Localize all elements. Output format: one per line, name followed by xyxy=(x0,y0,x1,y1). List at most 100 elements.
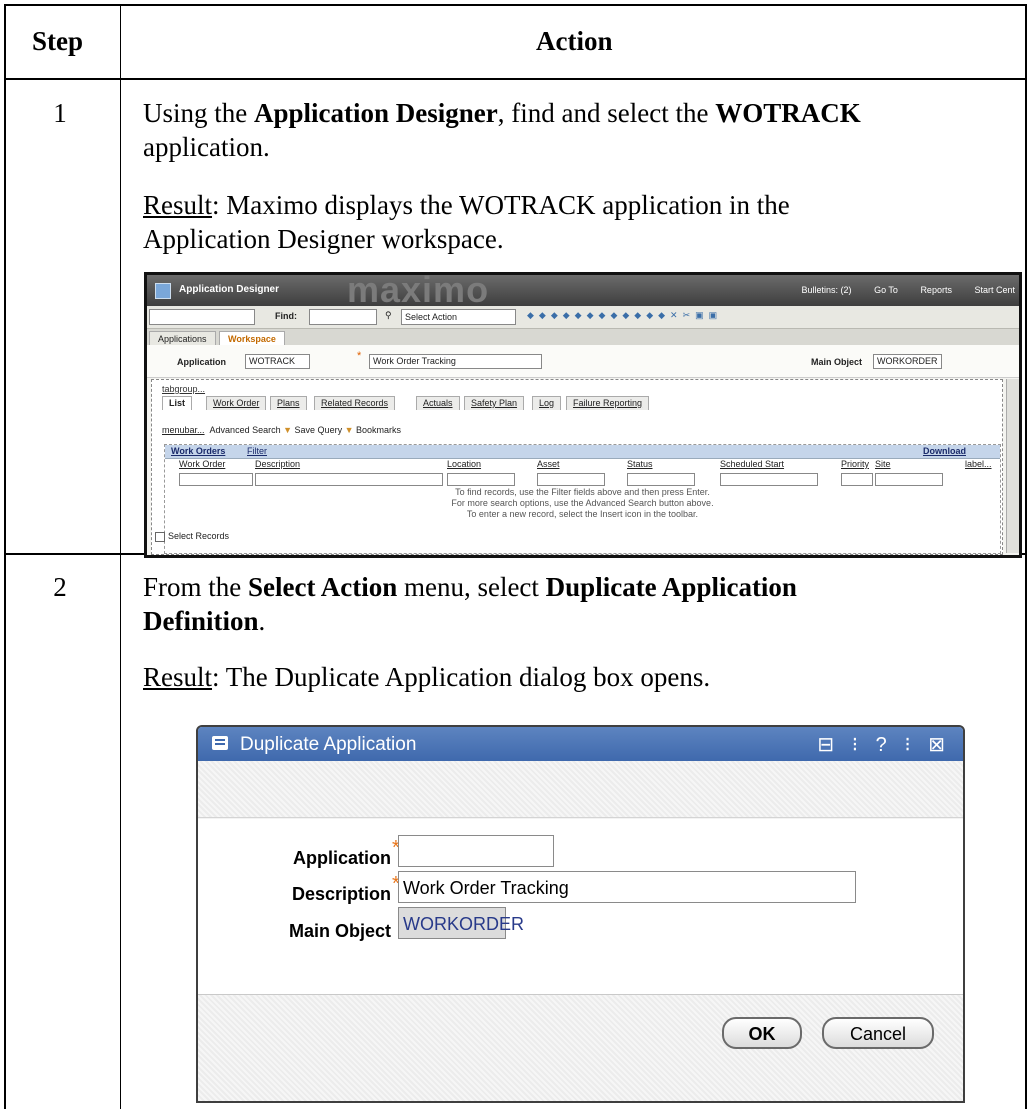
start-center-link[interactable]: Start Cent xyxy=(974,285,1015,295)
binoculars-icon[interactable]: ⚲ xyxy=(385,310,392,321)
download-link[interactable]: Download xyxy=(923,446,966,456)
advanced-search-menu[interactable]: Advanced Search xyxy=(210,425,281,435)
inner-tab-related-records[interactable]: Related Records xyxy=(314,396,396,410)
table-header-divider xyxy=(4,78,1027,80)
header-links: Bulletins: (2) Go To Reports Start Cent xyxy=(782,285,1015,295)
main-object-input: WORKORDER xyxy=(398,907,524,939)
toolbar-icons[interactable]: ◆◆◆◆◆◆◆◆◆◆◆◆✕✂▣▣ xyxy=(527,310,722,321)
header-action: Action xyxy=(536,26,613,56)
inner-tab-actuals[interactable]: Actuals xyxy=(416,396,460,410)
bookmarks-menu[interactable]: Bookmarks xyxy=(356,425,401,435)
menubar: menubar... Advanced Search ▼ Save Query … xyxy=(162,425,401,435)
hint-line-2: For more search options, use the Advance… xyxy=(451,498,714,508)
table-header: Work Orders Filter Download xyxy=(165,445,1000,459)
application-input[interactable] xyxy=(398,835,554,867)
step1-result: Result: Maximo displays the WOTRACK appl… xyxy=(143,190,790,254)
table-title[interactable]: Work Orders xyxy=(171,446,225,456)
application-designer-screenshot: Application Designer maximo Bulletins: (… xyxy=(144,272,1022,558)
step-number-2: 2 xyxy=(53,572,67,602)
filter-asset[interactable] xyxy=(537,473,605,486)
query-select[interactable] xyxy=(149,309,255,325)
dialog-band xyxy=(198,761,963,818)
col-location[interactable]: Location xyxy=(447,459,481,469)
col-site[interactable]: Site xyxy=(875,459,891,469)
filter-scheduled-start[interactable] xyxy=(720,473,818,486)
header-step: Step xyxy=(32,26,84,56)
dialog-title-bar: Duplicate Application ⊟ ⁝ ? ⁝ ⊠ xyxy=(198,727,963,761)
step2-result: Result: The Duplicate Application dialog… xyxy=(143,662,711,692)
step2-instruction: From the Select Action menu, select Dupl… xyxy=(143,572,797,636)
duplicate-application-dialog: Duplicate Application ⊟ ⁝ ? ⁝ ⊠ Applicat… xyxy=(196,725,965,1103)
step-number-1: 1 xyxy=(53,98,67,128)
col-scheduled-start[interactable]: Scheduled Start xyxy=(720,459,784,469)
application-header: Application WOTRACK * Work Order Trackin… xyxy=(147,345,1019,378)
cancel-button[interactable]: Cancel xyxy=(822,1017,934,1049)
reports-link[interactable]: Reports xyxy=(920,285,952,295)
filter-link[interactable]: Filter xyxy=(247,446,267,456)
ok-button[interactable]: OK xyxy=(722,1017,802,1049)
application-label: Application xyxy=(177,357,226,367)
menubar-label[interactable]: menubar... xyxy=(162,425,205,435)
table-border-left xyxy=(4,4,6,1109)
goto-link[interactable]: Go To xyxy=(874,285,898,295)
filter-location[interactable] xyxy=(447,473,515,486)
app-title-bar: Application Designer maximo Bulletins: (… xyxy=(147,275,1019,310)
filter-site[interactable] xyxy=(875,473,943,486)
inner-tab-list[interactable]: List xyxy=(162,396,193,410)
bulletins-link[interactable]: Bulletins: (2) xyxy=(802,285,852,295)
filter-description[interactable] xyxy=(255,473,443,486)
filter-work-order[interactable] xyxy=(179,473,253,486)
table-border-right xyxy=(1025,4,1027,1109)
col-status[interactable]: Status xyxy=(627,459,653,469)
dialog-footer: OK Cancel xyxy=(198,994,963,1101)
inner-tab-work-order[interactable]: Work Order xyxy=(206,396,267,410)
col-label[interactable]: label... xyxy=(965,459,992,469)
find-input[interactable] xyxy=(309,309,377,325)
application-label: Application xyxy=(293,848,391,868)
dialog-body: Application * Description * Work Order T… xyxy=(198,819,963,994)
find-label: Find: xyxy=(275,311,297,321)
col-asset[interactable]: Asset xyxy=(537,459,560,469)
inner-tab-safety-plan[interactable]: Safety Plan xyxy=(464,396,525,410)
hint-line-3: To enter a new record, select the Insert… xyxy=(466,509,699,519)
main-object-label: Main Object xyxy=(811,357,863,367)
description-field[interactable]: Work Order Tracking xyxy=(369,354,542,369)
tab-workspace[interactable]: Workspace xyxy=(219,331,285,346)
select-action-dropdown[interactable]: Select Action xyxy=(401,309,516,325)
designer-canvas: tabgroup... List Work Order Plans Relate… xyxy=(151,379,1003,555)
dialog-icon xyxy=(212,736,228,750)
hint-line-1: To find records, use the Filter fields a… xyxy=(455,487,710,497)
column-headers: Work Order Description Location Asset St… xyxy=(165,459,1000,471)
application-field[interactable]: WOTRACK xyxy=(245,354,310,369)
scrollbar[interactable] xyxy=(1006,379,1019,553)
checkbox-icon[interactable] xyxy=(155,531,165,542)
app-title: Application Designer xyxy=(179,284,280,295)
chevron-down-icon: ▼ xyxy=(344,425,354,435)
dialog-title: Duplicate Application xyxy=(240,734,417,755)
app-toolbar: Find: ⚲ Select Action ◆◆◆◆◆◆◆◆◆◆◆◆✕✂▣▣ xyxy=(147,306,1019,329)
chevron-down-icon: ▼ xyxy=(283,425,293,435)
col-priority[interactable]: Priority xyxy=(841,459,869,469)
filter-priority[interactable] xyxy=(841,473,873,486)
tabgroup-label[interactable]: tabgroup... xyxy=(162,384,205,394)
table-border-top xyxy=(4,4,1027,6)
app-icon xyxy=(155,283,171,299)
description-label: Description xyxy=(291,884,391,904)
col-work-order[interactable]: Work Order xyxy=(179,459,225,469)
table-column-divider xyxy=(120,4,121,1109)
inner-tab-failure-reporting[interactable]: Failure Reporting xyxy=(566,396,650,410)
dialog-controls[interactable]: ⊟ ⁝ ? ⁝ ⊠ xyxy=(817,732,951,757)
inner-tab-log[interactable]: Log xyxy=(532,396,562,410)
work-orders-table: Work Orders Filter Download Work Order D… xyxy=(164,444,1001,554)
description-input[interactable]: Work Order Tracking xyxy=(398,871,856,903)
save-query-menu[interactable]: Save Query xyxy=(295,425,343,435)
select-records-label: Select Records xyxy=(168,531,230,541)
select-records[interactable]: Select Records xyxy=(155,531,229,542)
filter-status[interactable] xyxy=(627,473,695,486)
col-description[interactable]: Description xyxy=(255,459,300,469)
inner-tab-plans[interactable]: Plans xyxy=(270,396,307,410)
main-tabs: Applications Workspace xyxy=(147,329,1019,346)
main-object-label: Main Object xyxy=(288,921,391,941)
step1-instruction: Using the Application Designer, find and… xyxy=(143,98,861,162)
tab-applications[interactable]: Applications xyxy=(149,331,216,346)
